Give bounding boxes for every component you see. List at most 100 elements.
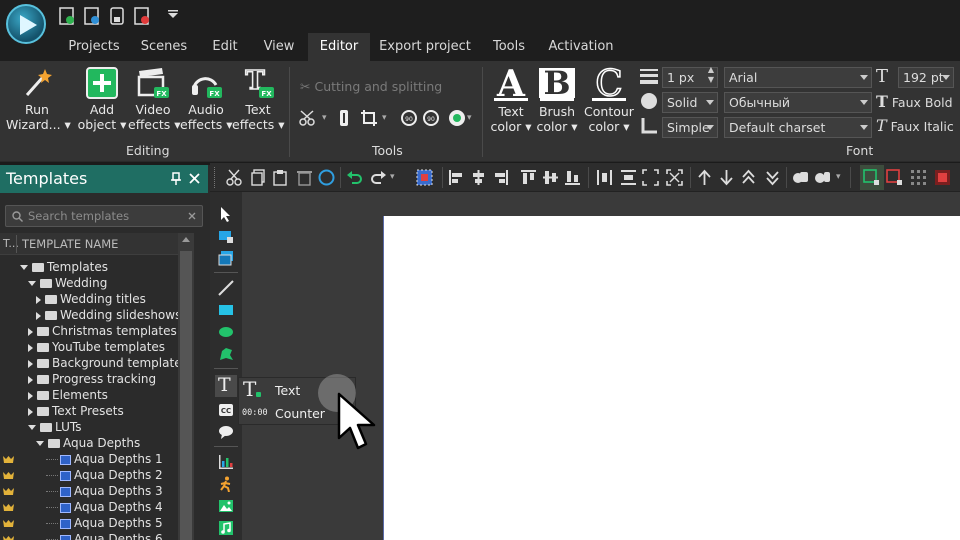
snap-toggle-button[interactable]	[860, 165, 884, 190]
column-divider[interactable]	[16, 235, 17, 253]
pointer-icon[interactable]	[218, 206, 234, 222]
scrollbar-thumb[interactable]	[180, 251, 192, 540]
close-icon[interactable]	[189, 173, 200, 184]
align-top-icon[interactable]	[520, 169, 537, 186]
scene-canvas[interactable]	[383, 216, 960, 540]
charset-select[interactable]: Default charset	[724, 117, 872, 138]
animation-tool-icon[interactable]	[218, 476, 234, 492]
tree-item-lut[interactable]: Aqua Depths 4	[60, 499, 163, 515]
tab-projects[interactable]: Projects	[62, 33, 126, 61]
toolbar-grip[interactable]	[214, 167, 217, 188]
rotate-left-icon[interactable]: 90	[400, 109, 418, 127]
expand-closed-icon[interactable]	[28, 375, 33, 384]
faux-bold-button[interactable]: T Faux Bold	[876, 92, 953, 111]
tab-activation[interactable]: Activation	[544, 33, 618, 61]
tree-item-lut[interactable]: Aqua Depths 1	[60, 451, 163, 467]
pin-icon[interactable]	[170, 172, 182, 186]
undo-icon[interactable]	[346, 169, 363, 186]
font-name-select[interactable]: Arial	[724, 67, 872, 88]
tree-item-lut[interactable]: Aqua Depths 3	[60, 483, 163, 499]
expand-closed-icon[interactable]	[28, 343, 33, 352]
selection-object-icon[interactable]	[218, 228, 234, 244]
tree-item-folder[interactable]: Wedding	[28, 275, 107, 291]
tree-item-folder[interactable]: Wedding titles	[36, 291, 146, 307]
tab-edit[interactable]: Edit	[204, 33, 246, 61]
rectangle-tool-icon[interactable]	[218, 302, 234, 318]
align-right-icon[interactable]	[492, 169, 509, 186]
text-tool-button[interactable]: T	[215, 374, 237, 397]
column-name-header[interactable]: TEMPLATE NAME	[22, 237, 118, 251]
line-style-select[interactable]: Solid	[662, 92, 718, 113]
run-wizard-button[interactable]: Run Wizard... ▾	[6, 67, 71, 132]
expand-closed-icon[interactable]	[28, 391, 33, 400]
video-effects-button[interactable]: FX Video effects ▾	[128, 67, 181, 132]
crop-dropdown-icon[interactable]: ▾	[382, 113, 387, 123]
align-middle-icon[interactable]	[542, 169, 559, 186]
bring-to-front-icon[interactable]	[740, 169, 757, 186]
tree-scrollbar[interactable]	[178, 233, 194, 540]
sprite-icon[interactable]	[218, 250, 234, 266]
distribute-vertical-icon[interactable]	[620, 169, 637, 186]
clear-search-icon[interactable]	[188, 212, 196, 220]
audio-tool-icon[interactable]	[218, 520, 234, 536]
expand-closed-icon[interactable]	[28, 359, 33, 368]
freeform-tool-icon[interactable]	[218, 346, 234, 362]
tab-scenes[interactable]: Scenes	[136, 33, 192, 61]
tree-item-folder[interactable]: Progress tracking	[28, 371, 156, 387]
expand-open-icon[interactable]	[20, 265, 28, 270]
group-dropdown-icon[interactable]: ▾	[836, 172, 841, 182]
align-left-icon[interactable]	[448, 169, 465, 186]
spinner-icon[interactable]: ▲ ▼	[708, 65, 714, 85]
split-tool-icon[interactable]	[337, 108, 351, 128]
add-object-button[interactable]: Add object ▾	[76, 67, 128, 132]
cut-dropdown-icon[interactable]: ▾	[322, 113, 327, 123]
search-input[interactable]: Search templates	[5, 205, 203, 227]
tree-item-folder[interactable]: Christmas templates	[28, 323, 177, 339]
expand-closed-icon[interactable]	[36, 295, 41, 304]
scene-workspace[interactable]	[242, 192, 960, 540]
group-icon[interactable]	[792, 169, 809, 186]
new-project-icon[interactable]	[59, 7, 75, 25]
redo-icon[interactable]	[370, 169, 387, 186]
grid-icon[interactable]	[910, 169, 927, 186]
subtitles-tool-icon[interactable]: CC	[218, 402, 234, 418]
expand-closed-icon[interactable]	[28, 327, 33, 336]
tab-tools[interactable]: Tools	[484, 33, 534, 61]
expand-closed-icon[interactable]	[28, 407, 33, 416]
tree-item-lut[interactable]: Aqua Depths 6	[60, 531, 163, 540]
tab-export-project[interactable]: Export project	[378, 33, 472, 61]
arrow-up-icon[interactable]	[696, 169, 713, 186]
tree-item-lut[interactable]: Aqua Depths 2	[60, 467, 163, 483]
font-style-select[interactable]: Обычный	[724, 92, 872, 113]
tree-item-folder[interactable]: Templates	[20, 259, 108, 275]
copy-icon[interactable]	[250, 169, 267, 186]
fit-canvas-icon[interactable]	[642, 169, 659, 186]
send-to-back-icon[interactable]	[764, 169, 781, 186]
safe-area-icon[interactable]	[934, 169, 951, 186]
expand-closed-icon[interactable]	[36, 311, 41, 320]
quick-access-dropdown-icon[interactable]	[166, 9, 180, 19]
audio-effects-button[interactable]: FX Audio effects ▾	[180, 67, 233, 132]
align-center-icon[interactable]	[470, 169, 487, 186]
ungroup-icon[interactable]	[814, 169, 831, 186]
faux-italic-button[interactable]: T Faux Italic	[876, 116, 954, 135]
tree-item-folder[interactable]: LUTs	[28, 419, 81, 435]
paste-icon[interactable]	[272, 169, 289, 186]
redo-dropdown-icon[interactable]: ▾	[390, 172, 395, 182]
image-tool-icon[interactable]	[218, 498, 234, 514]
ellipse-tool-icon[interactable]	[218, 324, 234, 340]
chart-tool-icon[interactable]	[218, 454, 234, 470]
rotate-right-icon[interactable]: 90	[422, 109, 440, 127]
record-icon[interactable]	[134, 7, 150, 25]
open-project-icon[interactable]	[84, 7, 100, 25]
align-bottom-icon[interactable]	[564, 169, 581, 186]
arrow-down-icon[interactable]	[718, 169, 735, 186]
crop-icon[interactable]	[360, 109, 378, 127]
font-size-select[interactable]: 192 pt	[898, 67, 954, 88]
tree-item-folder[interactable]: Aqua Depths	[36, 435, 140, 451]
stabilize-dropdown-icon[interactable]: ▾	[467, 113, 472, 123]
expand-open-icon[interactable]	[28, 281, 36, 286]
tab-view[interactable]: View	[256, 33, 302, 61]
tree-item-lut[interactable]: Aqua Depths 5	[60, 515, 163, 531]
stretch-icon[interactable]	[666, 169, 683, 186]
